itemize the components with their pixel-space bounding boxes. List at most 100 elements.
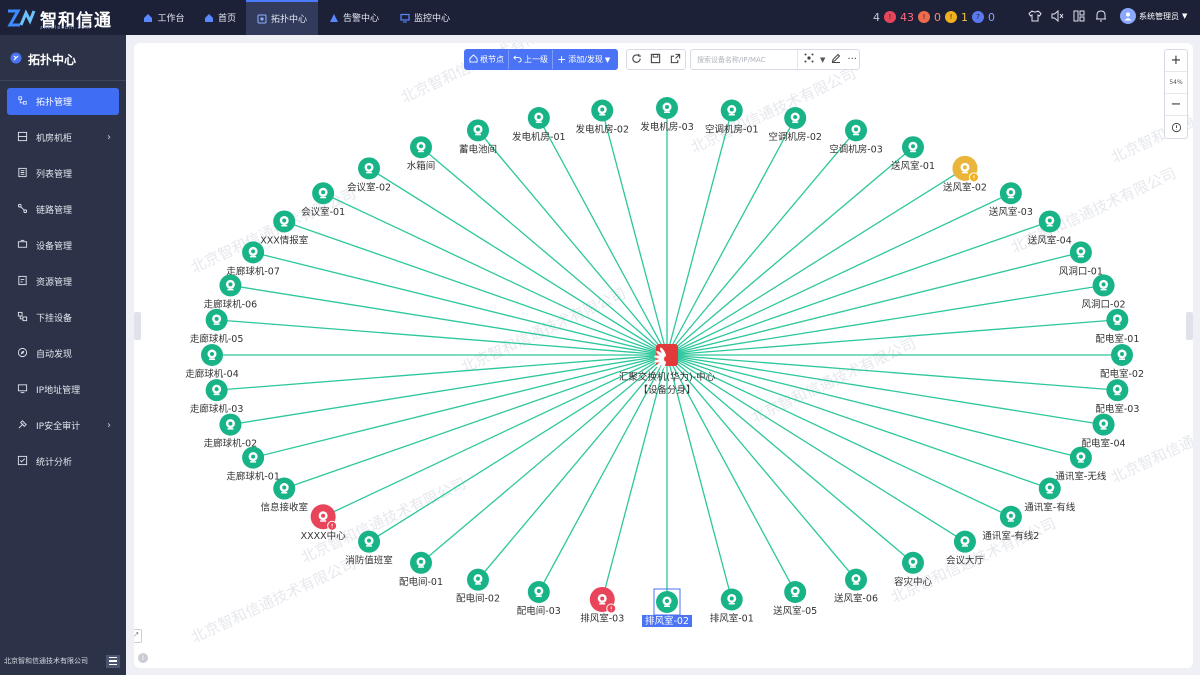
root-node-button[interactable]: 根节点 (465, 50, 509, 69)
topology-node[interactable]: 配电间-02 (456, 568, 500, 605)
topology-node[interactable]: 风洞口-02 (1082, 274, 1126, 310)
topology-link[interactable] (322, 192, 668, 356)
topology-node[interactable]: 配电间-01 (399, 551, 443, 588)
layout-scatter-icon[interactable] (804, 53, 814, 66)
topology-node[interactable]: 走廊球机-02 (204, 413, 258, 450)
resource-icon (17, 275, 28, 289)
topology-node[interactable]: 配电室-03 (1095, 379, 1139, 415)
topology-link[interactable] (284, 354, 668, 490)
user-menu[interactable]: 系统管理员 ▼ (1120, 8, 1187, 24)
topology-link[interactable] (666, 354, 914, 564)
topology-node[interactable]: 配电室-01 (1095, 308, 1139, 345)
topology-node[interactable]: 送风室-05 (773, 580, 817, 617)
node-label: 风洞口-02 (1082, 299, 1126, 310)
zoom-in-button[interactable]: + (1165, 50, 1187, 72)
nav-tab-topology[interactable]: 拓扑中心 (246, 0, 318, 35)
sidebar-item-list[interactable]: 列表管理 (7, 160, 119, 187)
layout-icon[interactable] (1072, 9, 1086, 23)
topology-link[interactable] (230, 354, 668, 426)
topology-node[interactable]: 空调机房-03 (829, 119, 883, 155)
topology-node[interactable]: 送风室-06 (834, 568, 878, 605)
add-discover-button[interactable]: + 添加/发现 ▼ (553, 50, 614, 69)
topology-node[interactable]: 排风室-02 (642, 588, 692, 627)
sidebar-item-link[interactable]: 链路管理 (7, 196, 119, 223)
topology-node[interactable]: 走廊球机-01 (226, 446, 280, 483)
topology-node[interactable]: 通讯室-无线 (1055, 446, 1107, 483)
topology-node[interactable]: 会议室-02 (347, 157, 391, 193)
export-icon[interactable] (670, 53, 681, 67)
topology-link[interactable] (666, 129, 857, 356)
topology-node[interactable]: 风洞口-01 (1059, 241, 1103, 277)
topology-link[interactable] (216, 354, 668, 391)
sidebar-item-discover[interactable]: 自动发现 (7, 340, 119, 367)
device-search-bar: ▼ ··· (690, 49, 860, 70)
fullscreen-button[interactable]: ⤢ (134, 629, 142, 643)
topology-link[interactable] (666, 251, 1082, 356)
refresh-icon[interactable] (631, 53, 642, 67)
topology-node[interactable]: 发电机房-01 (512, 107, 566, 143)
topology-node[interactable]: 送风室-01 (891, 136, 935, 172)
topology-node[interactable]: 配电室-02 (1100, 344, 1144, 380)
theme-shirt-icon[interactable] (1028, 9, 1042, 23)
company-logo[interactable]: 智和信通 zhtelecom.com (6, 5, 124, 31)
notification-bell-icon[interactable] (1094, 9, 1108, 23)
topology-link[interactable] (368, 167, 668, 356)
sidebar-item-ip[interactable]: IP地址管理 (7, 376, 119, 403)
topology-node[interactable]: 配电间-03 (517, 580, 561, 617)
info-icon[interactable]: i (138, 653, 148, 663)
chevron-down-icon[interactable]: ▼ (820, 56, 825, 64)
topology-node[interactable]: 容灾中心 (894, 551, 933, 588)
fit-view-button[interactable] (1165, 116, 1187, 138)
topology-link[interactable] (216, 319, 668, 356)
topology-node[interactable]: 蓄电池间 (459, 119, 497, 155)
topology-node[interactable]: 水箱间 (407, 136, 436, 172)
topology-node[interactable]: 排风室-03 (580, 586, 624, 625)
topology-node[interactable]: 配电室-04 (1082, 413, 1126, 450)
topology-graph[interactable]: 北京智和信通技术有限公司北京智和信通技术有限公司北京智和信通技术有限公司北京智和… (134, 43, 1193, 668)
up-level-button[interactable]: 上一级 (509, 50, 553, 69)
sidebar-item-device[interactable]: 设备管理 (7, 232, 119, 259)
left-collapse-handle[interactable] (134, 312, 141, 340)
sidebar-item-cabinet[interactable]: 机房机柜 › (7, 124, 119, 151)
nav-tab-home[interactable]: 首页 (194, 0, 246, 35)
menu-toggle-icon[interactable] (106, 654, 120, 668)
topology-node[interactable]: 排风室-01 (710, 588, 754, 624)
topology-link[interactable] (666, 284, 1104, 356)
nav-tab-alarm[interactable]: 告警中心 (322, 0, 386, 35)
topology-node[interactable]: 走廊球机-06 (204, 274, 258, 310)
alert-summary[interactable]: 4 ! 43 ! 0 ! 1 ? 0 (873, 9, 995, 25)
topology-link[interactable] (666, 146, 914, 356)
topology-node[interactable]: 走廊球机-03 (190, 379, 244, 415)
topology-link[interactable] (666, 220, 1050, 356)
topology-node[interactable]: 走廊球机-04 (185, 344, 239, 380)
sidebar-item-resource[interactable]: 资源管理 (7, 268, 119, 295)
more-icon[interactable]: ··· (847, 54, 861, 65)
sound-mute-icon[interactable] (1050, 9, 1064, 23)
topology-node[interactable]: 送风室-02 (943, 155, 987, 193)
node-label: 配电间-01 (399, 576, 443, 588)
topology-link[interactable] (368, 354, 668, 543)
topology-link[interactable] (666, 167, 966, 356)
right-collapse-handle[interactable] (1186, 312, 1193, 340)
topology-link[interactable] (420, 354, 668, 564)
topology-canvas[interactable]: 北京智和信通技术有限公司 北京智和信通技术有限公司 北京智和信通技术有限公司 北京智和… (134, 43, 1193, 668)
topology-link[interactable] (601, 110, 668, 356)
nav-tab-monitor[interactable]: 监控中心 (392, 0, 458, 35)
topology-node[interactable]: 发电机房-03 (640, 97, 694, 133)
topology-link[interactable] (252, 354, 668, 459)
edit-pen-icon[interactable] (831, 53, 841, 66)
topology-link[interactable] (666, 117, 796, 356)
sidebar-item-topology[interactable]: 拓扑管理 (7, 88, 119, 115)
sidebar-item-audit[interactable]: IP安全审计 › (7, 412, 119, 439)
device-search-input[interactable] (697, 51, 793, 68)
sidebar-item-sub-device[interactable]: 下挂设备 (7, 304, 119, 331)
topology-node[interactable]: 发电机房-02 (575, 99, 629, 136)
nav-tab-workbench[interactable]: 工作台 (134, 0, 194, 35)
topology-link[interactable] (284, 220, 668, 356)
sidebar-item-stats[interactable]: 统计分析 (7, 448, 119, 475)
zoom-out-button[interactable]: − (1165, 94, 1187, 116)
topology-link[interactable] (666, 192, 1012, 356)
topology-node[interactable]: 走廊球机-05 (190, 308, 244, 345)
save-icon[interactable] (650, 53, 661, 67)
topology-link[interactable] (322, 354, 668, 518)
